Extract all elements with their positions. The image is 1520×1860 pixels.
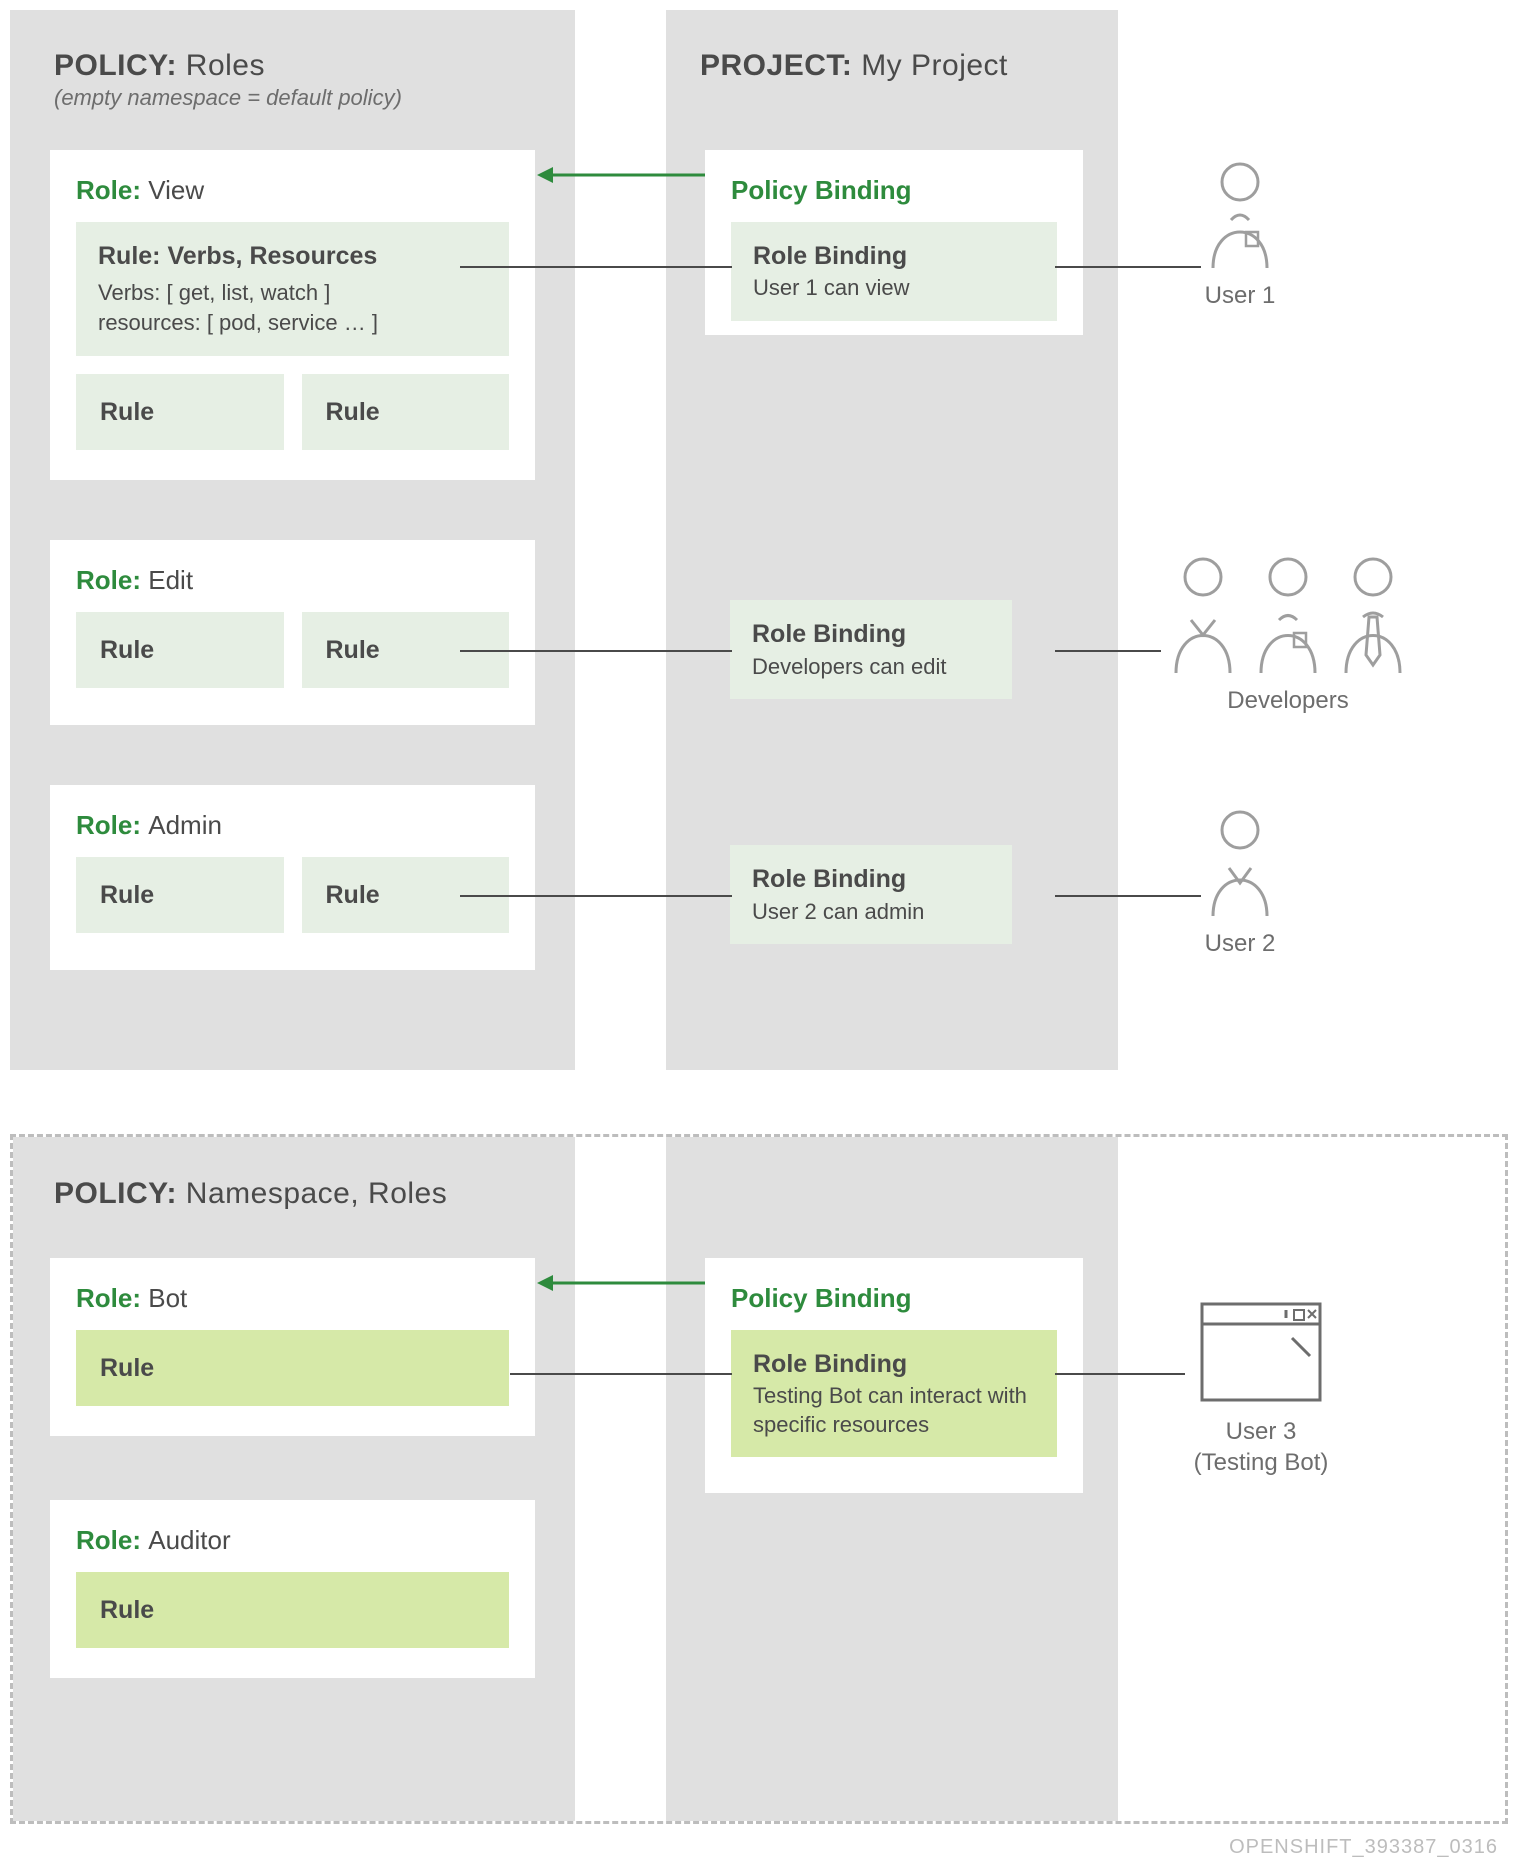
role-bot-card: Role: Bot Rule xyxy=(50,1258,535,1436)
role-edit-card: Role: Edit Rule Rule xyxy=(50,540,535,725)
role-view-card: Role: View Rule: Verbs, Resources Verbs:… xyxy=(50,150,535,480)
arrow-view xyxy=(535,164,707,186)
rule-verbs-resources: Rule: Verbs, Resources Verbs: [ get, lis… xyxy=(76,222,509,356)
role-admin-title: Role: Admin xyxy=(76,809,509,843)
policy-binding-title: Policy Binding xyxy=(731,174,1057,208)
role-bot-title: Role: Bot xyxy=(76,1282,509,1316)
policy-title-rest: Roles xyxy=(177,49,265,82)
terminal-icon xyxy=(1196,1298,1326,1406)
rule-box: Rule xyxy=(76,1330,509,1407)
person-icon xyxy=(1201,808,1279,918)
person-icon xyxy=(1201,160,1279,270)
role-admin-card: Role: Admin Rule Rule xyxy=(50,785,535,970)
role-auditor-title: Role: Auditor xyxy=(76,1524,509,1558)
rule-box: Rule xyxy=(76,1572,509,1649)
user3-figure: User 3 (Testing Bot) xyxy=(1176,1298,1346,1478)
role-binding-view: Role Binding User 1 can view xyxy=(731,222,1057,321)
connector-bot-rb xyxy=(510,1373,732,1375)
policy-title-strong: POLICY: xyxy=(54,49,177,82)
rule-box: Rule xyxy=(76,374,284,451)
policy-binding-view-card: Policy Binding Role Binding User 1 can v… xyxy=(705,150,1083,335)
policy-ns-panel xyxy=(13,1137,575,1821)
rule-box: Rule xyxy=(302,374,510,451)
footer-id: OPENSHIFT_393387_0316 xyxy=(1229,1834,1498,1860)
role-binding-edit: Role Binding Developers can edit xyxy=(730,600,1012,699)
role-binding-admin: Role Binding User 2 can admin xyxy=(730,845,1012,944)
policy-ns-title: POLICY: Namespace, Roles xyxy=(54,1174,447,1213)
connector-bot-user3 xyxy=(1055,1373,1185,1375)
policy-binding-bot-card: Policy Binding Role Binding Testing Bot … xyxy=(705,1258,1083,1493)
role-binding-bot: Role Binding Testing Bot can interact wi… xyxy=(731,1330,1057,1458)
connector-view-rb xyxy=(460,266,732,268)
policy-subtitle: (empty namespace = default policy) xyxy=(54,84,402,113)
role-view-title: Role: View xyxy=(76,174,509,208)
people-icon xyxy=(1158,555,1418,675)
connector-edit-rb xyxy=(460,650,732,652)
connector-admin-rb xyxy=(460,895,732,897)
rule-box: Rule xyxy=(76,612,284,689)
developers-figure: Developers xyxy=(1148,555,1428,716)
role-auditor-card: Role: Auditor Rule xyxy=(50,1500,535,1678)
user1-figure: User 1 xyxy=(1180,160,1300,311)
arrow-bot xyxy=(535,1272,707,1294)
project-title: PROJECT: My Project xyxy=(700,46,1008,85)
connector-view-user1 xyxy=(1055,266,1201,268)
user2-figure: User 2 xyxy=(1180,808,1300,959)
connector-admin-user2 xyxy=(1055,895,1201,897)
policy-roles-title: POLICY: Roles xyxy=(54,46,265,85)
role-edit-title: Role: Edit xyxy=(76,564,509,598)
rule-box: Rule xyxy=(76,857,284,934)
connector-edit-devs xyxy=(1055,650,1161,652)
